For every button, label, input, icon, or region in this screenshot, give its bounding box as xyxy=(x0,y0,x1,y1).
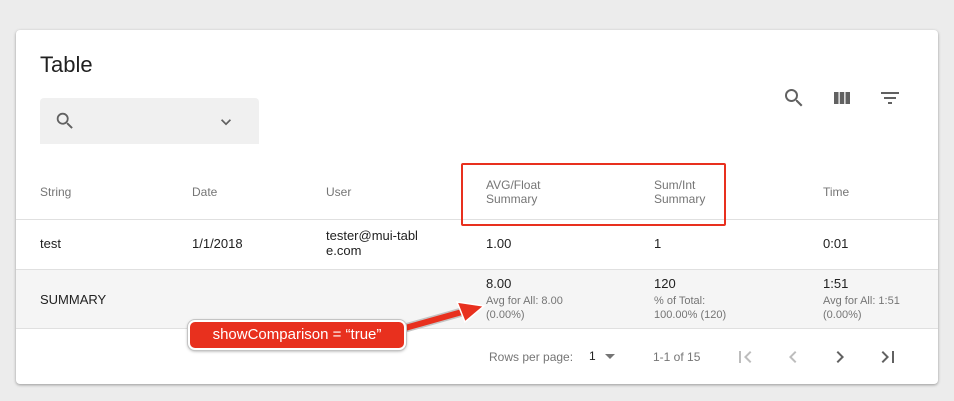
annotation-callout: showComparison = “true” xyxy=(188,320,406,350)
annotation-arrow xyxy=(393,301,486,335)
